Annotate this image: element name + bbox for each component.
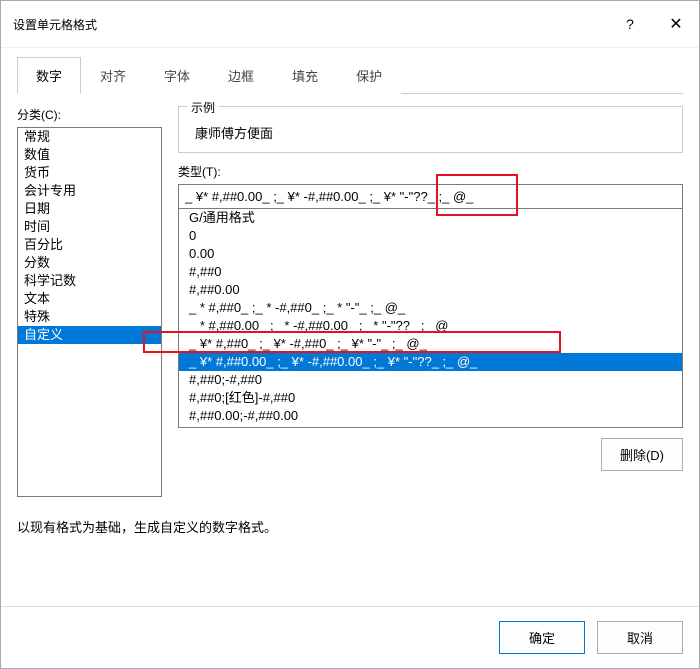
tab-protection[interactable]: 保护 (337, 57, 401, 94)
category-item[interactable]: 分数 (18, 254, 161, 272)
type-list[interactable]: G/通用格式00.00#,##0#,##0.00_ * #,##0_ ;_ * … (178, 208, 683, 428)
category-item[interactable]: 时间 (18, 218, 161, 236)
type-item[interactable]: _ ¥* #,##0_ ;_ ¥* -#,##0_ ;_ ¥* "-"_ ;_ … (179, 335, 682, 353)
tab-fill[interactable]: 填充 (273, 57, 337, 94)
dialog-content: 数字 对齐 字体 边框 填充 保护 分类(C): 常规数值货币会计专用日期时间百… (1, 48, 699, 606)
tab-alignment[interactable]: 对齐 (81, 57, 145, 94)
delete-row: 删除(D) (178, 438, 683, 471)
type-item[interactable]: 0.00 (179, 245, 682, 263)
category-item[interactable]: 文本 (18, 290, 161, 308)
category-list[interactable]: 常规数值货币会计专用日期时间百分比分数科学记数文本特殊自定义 (17, 127, 162, 497)
category-item[interactable]: 日期 (18, 200, 161, 218)
sample-text: 康师傅方便面 (189, 117, 672, 144)
type-item[interactable]: _ * #,##0.00_ ;_ * -#,##0.00_ ;_ * "-"??… (179, 317, 682, 335)
help-button[interactable]: ? (607, 9, 653, 39)
category-label: 分类(C): (17, 106, 162, 123)
type-item[interactable]: 0 (179, 227, 682, 245)
hint-text: 以现有格式为基础，生成自定义的数字格式。 (17, 517, 683, 536)
type-area: G/通用格式00.00#,##0#,##0.00_ * #,##0_ ;_ * … (178, 184, 683, 428)
type-item[interactable]: G/通用格式 (179, 209, 682, 227)
type-item[interactable]: #,##0;[红色]-#,##0 (179, 389, 682, 407)
delete-button[interactable]: 删除(D) (601, 438, 683, 471)
format-details: 示例 康师傅方便面 类型(T): G/通用格式00.00#,##0#,##0.0… (178, 106, 683, 497)
tab-font[interactable]: 字体 (145, 57, 209, 94)
type-item[interactable]: _ ¥* #,##0.00_ ;_ ¥* -#,##0.00_ ;_ ¥* "-… (179, 353, 682, 371)
category-item[interactable]: 科学记数 (18, 272, 161, 290)
category-item[interactable]: 会计专用 (18, 182, 161, 200)
category-item[interactable]: 数值 (18, 146, 161, 164)
format-cells-dialog: 设置单元格格式 ? ✕ 数字 对齐 字体 边框 填充 保护 分类(C): 常规数… (0, 0, 700, 669)
type-item[interactable]: #,##0;-#,##0 (179, 371, 682, 389)
tab-body: 分类(C): 常规数值货币会计专用日期时间百分比分数科学记数文本特殊自定义 示例… (17, 94, 683, 497)
type-item[interactable]: #,##0.00;-#,##0.00 (179, 407, 682, 425)
tab-bar: 数字 对齐 字体 边框 填充 保护 (17, 56, 683, 94)
close-button[interactable]: ✕ (653, 9, 699, 39)
dialog-footer: 确定 取消 (1, 606, 699, 668)
sample-legend: 示例 (187, 99, 219, 116)
category-item[interactable]: 常规 (18, 128, 161, 146)
titlebar: 设置单元格格式 ? ✕ (1, 1, 699, 48)
category-item[interactable]: 百分比 (18, 236, 161, 254)
type-label: 类型(T): (178, 163, 683, 180)
type-item[interactable]: #,##0.00 (179, 281, 682, 299)
tab-border[interactable]: 边框 (209, 57, 273, 94)
type-input[interactable] (178, 184, 683, 209)
cancel-button[interactable]: 取消 (597, 621, 683, 654)
dialog-title: 设置单元格格式 (13, 16, 97, 33)
window-controls: ? ✕ (607, 9, 699, 39)
ok-button[interactable]: 确定 (499, 621, 585, 654)
type-item[interactable]: #,##0 (179, 263, 682, 281)
tab-number[interactable]: 数字 (17, 57, 81, 94)
category-column: 分类(C): 常规数值货币会计专用日期时间百分比分数科学记数文本特殊自定义 (17, 106, 162, 497)
category-item[interactable]: 特殊 (18, 308, 161, 326)
type-item[interactable]: _ * #,##0_ ;_ * -#,##0_ ;_ * "-"_ ;_ @_ (179, 299, 682, 317)
sample-fieldset: 示例 康师傅方便面 (178, 106, 683, 153)
category-item[interactable]: 自定义 (18, 326, 161, 344)
category-item[interactable]: 货币 (18, 164, 161, 182)
